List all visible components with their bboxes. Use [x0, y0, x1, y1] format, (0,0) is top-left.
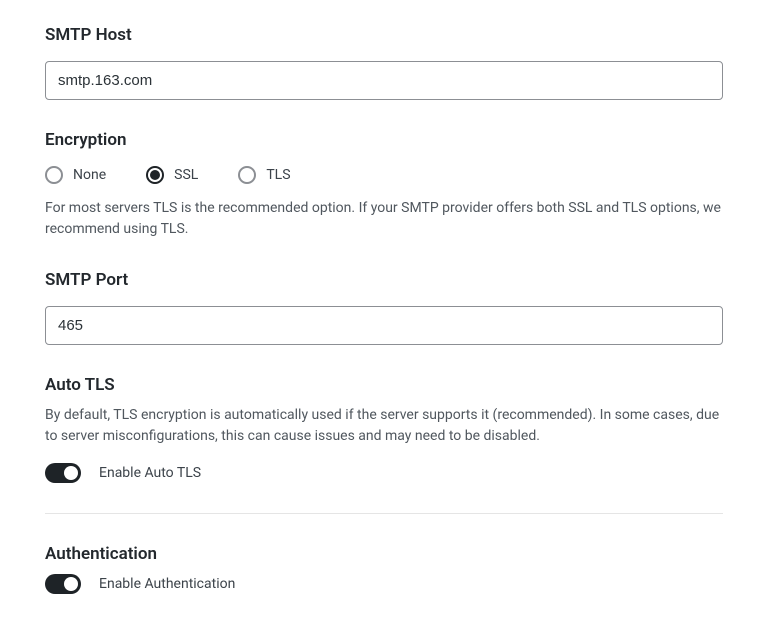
encryption-option-none[interactable]: None [45, 166, 106, 184]
radio-icon [238, 166, 256, 184]
auto-tls-toggle[interactable] [45, 463, 81, 483]
radio-label-ssl: SSL [174, 167, 198, 183]
encryption-group: Encryption None SSL TLS For most servers… [45, 130, 723, 240]
smtp-port-group: SMTP Port [45, 270, 723, 345]
smtp-host-input[interactable] [45, 61, 723, 100]
toggle-knob-icon [64, 577, 78, 591]
auto-tls-label: Auto TLS [45, 375, 723, 395]
encryption-label: Encryption [45, 130, 723, 150]
encryption-option-tls[interactable]: TLS [238, 166, 290, 184]
section-divider [45, 513, 723, 514]
auto-tls-group: Auto TLS By default, TLS encryption is a… [45, 375, 723, 483]
authentication-label: Authentication [45, 544, 723, 564]
encryption-description: For most servers TLS is the recommended … [45, 198, 723, 240]
encryption-radio-group: None SSL TLS [45, 166, 723, 184]
radio-label-tls: TLS [266, 167, 290, 183]
radio-icon [45, 166, 63, 184]
authentication-group: Authentication Enable Authentication [45, 544, 723, 594]
toggle-knob-icon [64, 466, 78, 480]
authentication-toggle-row: Enable Authentication [45, 574, 723, 594]
auto-tls-toggle-label: Enable Auto TLS [99, 465, 201, 481]
radio-label-none: None [73, 167, 106, 183]
smtp-host-group: SMTP Host [45, 25, 723, 100]
smtp-port-input[interactable] [45, 306, 723, 345]
radio-icon [146, 166, 164, 184]
smtp-port-label: SMTP Port [45, 270, 723, 290]
auto-tls-description: By default, TLS encryption is automatica… [45, 405, 723, 447]
authentication-toggle-label: Enable Authentication [99, 576, 235, 592]
smtp-host-label: SMTP Host [45, 25, 723, 45]
encryption-option-ssl[interactable]: SSL [146, 166, 198, 184]
auto-tls-toggle-row: Enable Auto TLS [45, 463, 723, 483]
authentication-toggle[interactable] [45, 574, 81, 594]
